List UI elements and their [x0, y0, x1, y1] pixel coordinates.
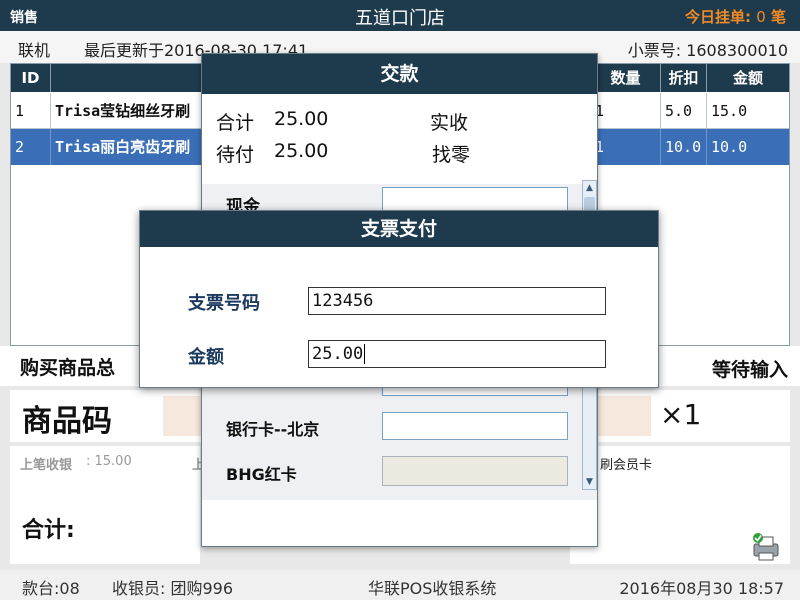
total-items-label: 购买商品总 — [20, 357, 116, 379]
printer-panel — [570, 530, 790, 564]
scroll-down-arrow-icon[interactable]: ▼ — [583, 475, 596, 489]
col-qty: 数量 — [591, 64, 661, 92]
check-number-label: 支票号码 — [188, 293, 260, 314]
quantity-multiplier: ×1 — [660, 398, 702, 431]
cashier-name: 收银员: 团购996 — [112, 579, 234, 598]
change-label: 找零 — [432, 144, 471, 166]
check-payment-dialog: 支票支付 支票号码 123456 金额 25.00 — [139, 210, 659, 388]
pay-total-label: 合计 — [216, 112, 255, 134]
amount-input[interactable]: 25.00 — [308, 340, 606, 368]
due-label: 待付 — [216, 144, 255, 166]
payment-dialog-title: 交款 — [202, 54, 597, 94]
col-amount: 金额 — [732, 69, 763, 87]
register-number: 款台:08 — [22, 579, 80, 598]
amount-value: 25.00 — [312, 344, 364, 364]
cell-id: 1 — [11, 93, 51, 129]
title-bar: 销售 五道口门店 今日挂单: 0 笔 — [0, 0, 800, 31]
cell-amount: 15.0 — [711, 102, 748, 120]
scroll-up-arrow-icon[interactable]: ▲ — [583, 181, 596, 195]
member-card-panel[interactable]: 刷会员卡 — [598, 446, 790, 530]
store-name: 五道口门店 — [355, 8, 445, 29]
connection-status: 联机 — [18, 41, 51, 60]
cell-qty: 1 — [591, 129, 661, 165]
check-dialog-title: 支票支付 — [140, 211, 658, 247]
barcode-label: 商品码 — [22, 404, 112, 439]
pay-total-value: 25.00 — [274, 108, 329, 130]
receipt-number: 小票号: 1608300010 — [627, 41, 788, 60]
col-id: ID — [11, 64, 51, 92]
last-sale-label: 上笔收银 — [20, 458, 73, 473]
member-card-label: 刷会员卡 — [600, 458, 653, 473]
payment-summary: 合计 25.00 实收 待付 25.00 找零 — [202, 94, 597, 184]
datetime: 2016年08月30 18:57 — [619, 579, 784, 598]
today-hold-orders[interactable]: 今日挂单: 0 笔 — [685, 6, 786, 27]
paid-label: 实收 — [430, 112, 469, 134]
due-value: 25.00 — [274, 140, 329, 162]
bhg-card-amount-input — [382, 456, 568, 486]
hold-unit: 笔 — [770, 8, 786, 26]
last-sale-value: : 15.00 — [86, 454, 132, 469]
hold-count: 0 — [756, 8, 766, 26]
hold-label: 今日挂单: — [684, 8, 751, 26]
waiting-input-status: 等待输入 — [711, 359, 788, 381]
check-number-input[interactable]: 123456 — [308, 287, 606, 315]
grand-total-label: 合计: — [22, 518, 75, 543]
cell-discount: 10.0 — [661, 129, 707, 165]
bank-card-amount-input[interactable] — [382, 412, 568, 440]
printer-icon[interactable] — [750, 532, 782, 562]
cell-qty: 1 — [591, 93, 661, 129]
method-bank-card-label: 银行卡--北京 — [226, 420, 320, 439]
cell-discount: 5.0 — [661, 93, 707, 129]
status-bar: 款台:08 收银员: 团购996 华联POS收银系统 2016年08月30 18… — [0, 570, 800, 600]
method-bhg-card-label: BHG红卡 — [226, 465, 297, 484]
text-cursor — [364, 344, 366, 364]
system-name: 华联POS收银系统 — [368, 579, 497, 598]
col-discount: 折扣 — [661, 64, 707, 92]
cell-id: 2 — [11, 129, 51, 165]
last-sale-panel: 上笔收银 : 15.00 上 合计: — [10, 446, 205, 564]
cell-amount: 10.0 — [711, 138, 748, 156]
amount-label: 金额 — [188, 347, 224, 368]
